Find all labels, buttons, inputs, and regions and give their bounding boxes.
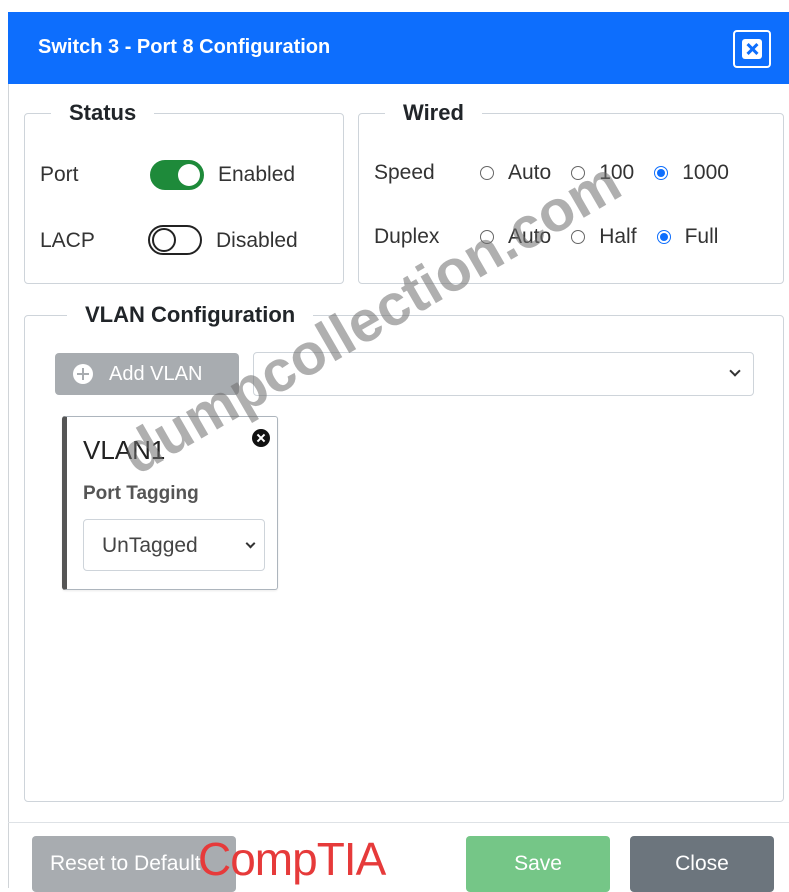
speed-radio-group: Auto 100 1000 (480, 161, 749, 185)
duplex-option-auto[interactable]: Auto (480, 225, 551, 249)
port-tagging-select[interactable]: UnTagged (83, 519, 265, 571)
chevron-down-icon (729, 365, 741, 377)
dialog-border (8, 84, 9, 888)
wired-fieldset: Wired (358, 100, 784, 284)
save-button[interactable]: Save (466, 836, 610, 892)
vlan-select[interactable] (253, 352, 754, 396)
dialog-title: Switch 3 - Port 8 Configuration (38, 36, 331, 58)
lacp-toggle[interactable] (148, 225, 202, 255)
vlan-legend: VLAN Configuration (85, 302, 296, 327)
lacp-state: Disabled (216, 229, 298, 252)
remove-vlan-icon[interactable] (252, 429, 270, 447)
duplex-label: Duplex (374, 225, 440, 248)
plus-circle-icon (73, 364, 93, 384)
vlan-card: VLAN1 Port Tagging UnTagged (62, 416, 278, 590)
close-icon[interactable] (733, 30, 771, 68)
port-tagging-label: Port Tagging (83, 483, 199, 504)
chevron-down-icon (245, 538, 256, 549)
speed-option-100[interactable]: 100 (571, 161, 634, 185)
status-legend: Status (69, 100, 137, 125)
speed-option-auto[interactable]: Auto (480, 161, 551, 185)
close-button[interactable]: Close (630, 836, 774, 892)
port-label: Port (40, 163, 79, 186)
port-config-dialog: Switch 3 - Port 8 Configuration Status P… (0, 0, 789, 892)
add-vlan-label: Add VLAN (109, 362, 203, 385)
status-fieldset: Status (24, 100, 344, 284)
add-vlan-button[interactable]: Add VLAN (55, 353, 239, 395)
port-tagging-value: UnTagged (102, 534, 198, 557)
speed-option-1000[interactable]: 1000 (654, 161, 729, 185)
lacp-label: LACP (40, 229, 95, 252)
vlan-card-name: VLAN1 (83, 435, 166, 465)
duplex-option-full[interactable]: Full (656, 225, 718, 249)
speed-label: Speed (374, 161, 435, 184)
duplex-option-half[interactable]: Half (571, 225, 637, 249)
dialog-titlebar: Switch 3 - Port 8 Configuration (8, 12, 789, 84)
comptia-logo: CompTIA (198, 833, 386, 885)
duplex-radio-group: Auto Half Full (480, 225, 738, 249)
footer-divider (8, 822, 789, 823)
wired-legend: Wired (403, 100, 464, 125)
port-toggle[interactable] (150, 160, 204, 190)
port-state: Enabled (218, 163, 296, 186)
